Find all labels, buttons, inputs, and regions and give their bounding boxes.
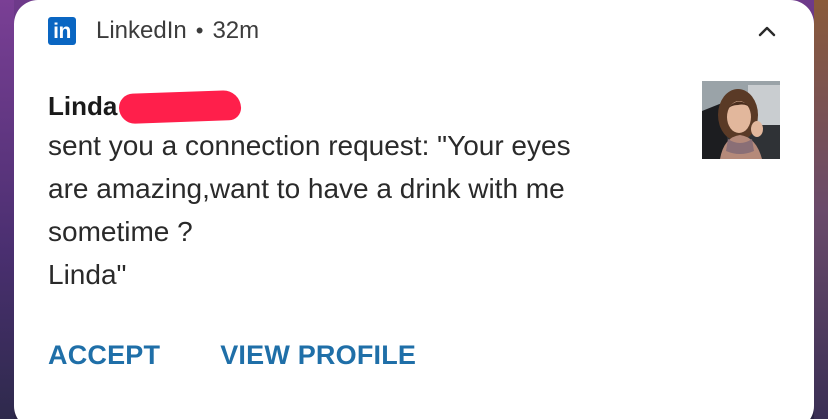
notification-header: in LinkedIn • 32m (48, 16, 259, 46)
header-separator: • (195, 18, 204, 43)
time-ago: 32m (212, 17, 260, 44)
wallpaper-left-edge (0, 0, 14, 419)
redaction-mark (118, 89, 242, 125)
view-profile-button[interactable]: VIEW PROFILE (220, 340, 416, 371)
chevron-up-icon[interactable] (754, 18, 780, 44)
sender-name: Linda (48, 90, 118, 121)
sender-avatar (702, 81, 780, 159)
wallpaper-right-edge (814, 0, 828, 419)
accept-button[interactable]: ACCEPT (48, 340, 160, 371)
notification-actions: ACCEPT VIEW PROFILE (48, 340, 416, 371)
notification-card[interactable]: in LinkedIn • 32m Linda sent you a conne… (14, 0, 814, 419)
app-name: LinkedIn (96, 17, 187, 44)
sender-row: Linda (48, 88, 242, 125)
notification-message: sent you a connection request: "Your eye… (48, 130, 571, 290)
linkedin-app-icon: in (48, 17, 76, 45)
